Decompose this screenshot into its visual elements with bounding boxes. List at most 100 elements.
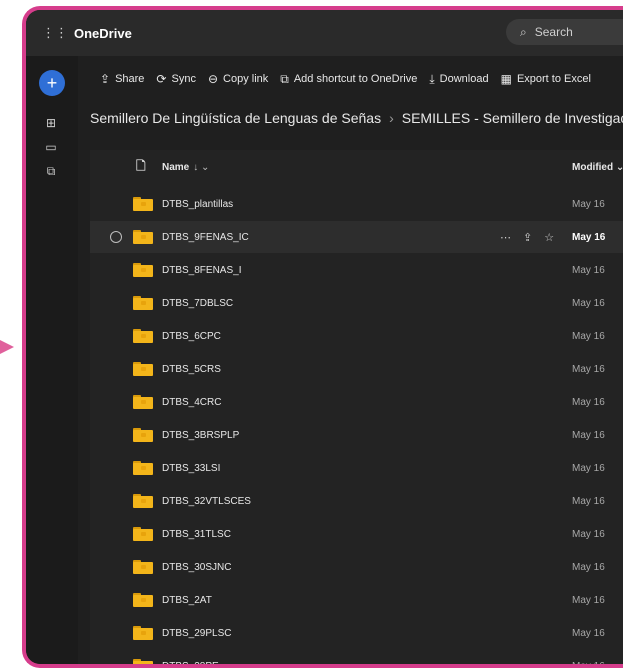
item-modified: May 16 [572, 462, 605, 474]
item-modified: May 16 [572, 396, 605, 408]
export-excel-button[interactable]: ▦ Export to Excel [501, 72, 591, 86]
item-name[interactable]: DTBS_7DBLSC [162, 298, 233, 309]
name-column-header[interactable]: Name ↓ ⌄ [162, 162, 209, 173]
item-name[interactable]: DTBS_5CRS [162, 364, 221, 375]
excel-icon: ▦ [500, 72, 512, 86]
folder-icon [133, 461, 153, 475]
folder-icon [133, 263, 153, 277]
item-modified: May 16 [572, 561, 605, 573]
item-name[interactable]: DTBS_2AT [162, 595, 212, 606]
command-bar: ⇪ Share ⟳ Sync ⊖ Copy link ⧉ Add shortcu… [78, 56, 623, 102]
item-modified: May 16 [572, 660, 605, 668]
item-name[interactable]: DTBS_9FENAS_IC [162, 232, 249, 243]
download-label: Download [439, 73, 489, 85]
home-icon[interactable]: ⊞ [44, 116, 58, 130]
app-launcher-icon[interactable]: ⋮⋮ [42, 25, 68, 41]
search-box[interactable]: ⌕ Search [506, 19, 623, 45]
list-item[interactable]: DTBS_2AT May 16 [90, 584, 623, 616]
folder-icon [133, 494, 153, 508]
app-window: ⋮⋮ OneDrive ⌕ Search + ⊞ ▭ ⧉ ⇪ Share ⟳ S… [22, 6, 623, 668]
item-name[interactable]: DTBS_8FENAS_I [162, 265, 241, 276]
sort-indicator-icon: ↓ ⌄ [193, 161, 210, 173]
list-item[interactable]: DTBS_9FENAS_IC ⋯ ⇪ ☆ May 16 [90, 221, 623, 253]
list-item[interactable]: DTBS_plantillas May 16 [90, 188, 623, 220]
app-name[interactable]: OneDrive [74, 26, 132, 41]
list-item[interactable]: DTBS_6CPC May 16 [90, 320, 623, 352]
file-list: 🗋 Name ↓ ⌄ Modified ⌄ DTBS_plantillas May … [90, 150, 623, 664]
list-item[interactable]: DTBS_28PE May 16 [90, 650, 623, 668]
share-button[interactable]: ⇪ Share [100, 72, 144, 86]
item-name[interactable]: DTBS_30SJNC [162, 562, 231, 573]
folder-icon [133, 593, 153, 607]
item-name[interactable]: DTBS_33LSI [162, 463, 220, 474]
item-name[interactable]: DTBS_29PLSC [162, 628, 231, 639]
folder-icon [133, 329, 153, 343]
left-rail: + ⊞ ▭ ⧉ [26, 56, 78, 664]
folder-icon [133, 626, 153, 640]
name-header-label: Name [162, 161, 190, 173]
breadcrumb-item-current[interactable]: SEMILLES - Semillero de Investigación de… [402, 110, 623, 126]
modified-column-header[interactable]: Modified ⌄ [572, 162, 623, 173]
star-icon[interactable]: ☆ [544, 231, 554, 244]
list-item[interactable]: DTBS_30SJNC May 16 [90, 551, 623, 583]
download-button[interactable]: ⤓ Download [429, 72, 488, 87]
sync-icon: ⟳ [156, 72, 167, 86]
item-name[interactable]: DTBS_plantillas [162, 199, 233, 210]
item-modified: May 16 [572, 429, 605, 441]
search-icon: ⌕ [520, 24, 527, 39]
row-actions: ⋯ ⇪ ☆ [500, 231, 554, 244]
list-item[interactable]: DTBS_4CRC May 16 [90, 386, 623, 418]
item-modified: May 16 [572, 594, 605, 606]
item-modified: May 16 [572, 330, 605, 342]
folder-icon[interactable]: ▭ [44, 140, 58, 154]
item-name[interactable]: DTBS_6CPC [162, 331, 221, 342]
list-item[interactable]: DTBS_33LSI May 16 [90, 452, 623, 484]
pointer-arrow-tail [0, 344, 6, 350]
item-modified: May 16 [572, 495, 605, 507]
share-icon[interactable]: ⇪ [523, 231, 532, 244]
item-modified: May 16 [572, 528, 605, 540]
folder-icon [133, 659, 153, 664]
add-shortcut-button[interactable]: ⧉ Add shortcut to OneDrive [280, 72, 417, 87]
item-name[interactable]: DTBS_4CRC [162, 397, 221, 408]
add-shortcut-label: Add shortcut to OneDrive [293, 73, 418, 85]
list-item[interactable]: DTBS_5CRS May 16 [90, 353, 623, 385]
list-item[interactable]: DTBS_31TLSC May 16 [90, 518, 623, 550]
copy-link-label: Copy link [223, 73, 269, 85]
folder-icon [133, 527, 153, 541]
list-item[interactable]: DTBS_7DBLSC May 16 [90, 287, 623, 319]
select-radio[interactable] [110, 231, 122, 243]
breadcrumb-separator-icon: › [389, 110, 394, 126]
share-label: Share [115, 73, 145, 85]
sync-button[interactable]: ⟳ Sync [156, 72, 196, 86]
item-name[interactable]: DTBS_3BRSPLP [162, 430, 239, 441]
copy-link-button[interactable]: ⊖ Copy link [208, 72, 268, 86]
list-item[interactable]: DTBS_32VTLSCES May 16 [90, 485, 623, 517]
link-icon: ⊖ [207, 72, 219, 86]
create-button[interactable]: + [39, 70, 65, 96]
folder-icon [133, 362, 153, 376]
item-modified: May 16 [572, 627, 605, 639]
item-modified: May 16 [572, 198, 605, 210]
shortcut-icon: ⧉ [280, 71, 289, 86]
list-item[interactable]: DTBS_3BRSPLP May 16 [90, 419, 623, 451]
item-modified: May 16 [572, 297, 605, 309]
sync-label: Sync [171, 73, 196, 85]
item-modified: May 16 [572, 264, 605, 276]
list-item[interactable]: DTBS_29PLSC May 16 [90, 617, 623, 649]
item-name[interactable]: DTBS_31TLSC [162, 529, 231, 540]
folder-icon [133, 560, 153, 574]
search-label: Search [534, 25, 573, 39]
item-modified: May 16 [572, 231, 606, 243]
item-modified: May 16 [572, 363, 605, 375]
breadcrumb-item-library[interactable]: Semillero De Lingüística de Lenguas de S… [90, 110, 381, 126]
top-bar: ⋮⋮ OneDrive ⌕ Search [26, 10, 623, 56]
item-name[interactable]: DTBS_28PE [162, 661, 219, 665]
folder-icon [133, 395, 153, 409]
item-name[interactable]: DTBS_32VTLSCES [162, 496, 251, 507]
list-item[interactable]: DTBS_8FENAS_I May 16 [90, 254, 623, 286]
export-excel-label: Export to Excel [516, 73, 591, 85]
shared-icon[interactable]: ⧉ [44, 164, 58, 178]
file-type-icon[interactable]: 🗋 [136, 157, 146, 178]
more-icon[interactable]: ⋯ [500, 231, 511, 244]
